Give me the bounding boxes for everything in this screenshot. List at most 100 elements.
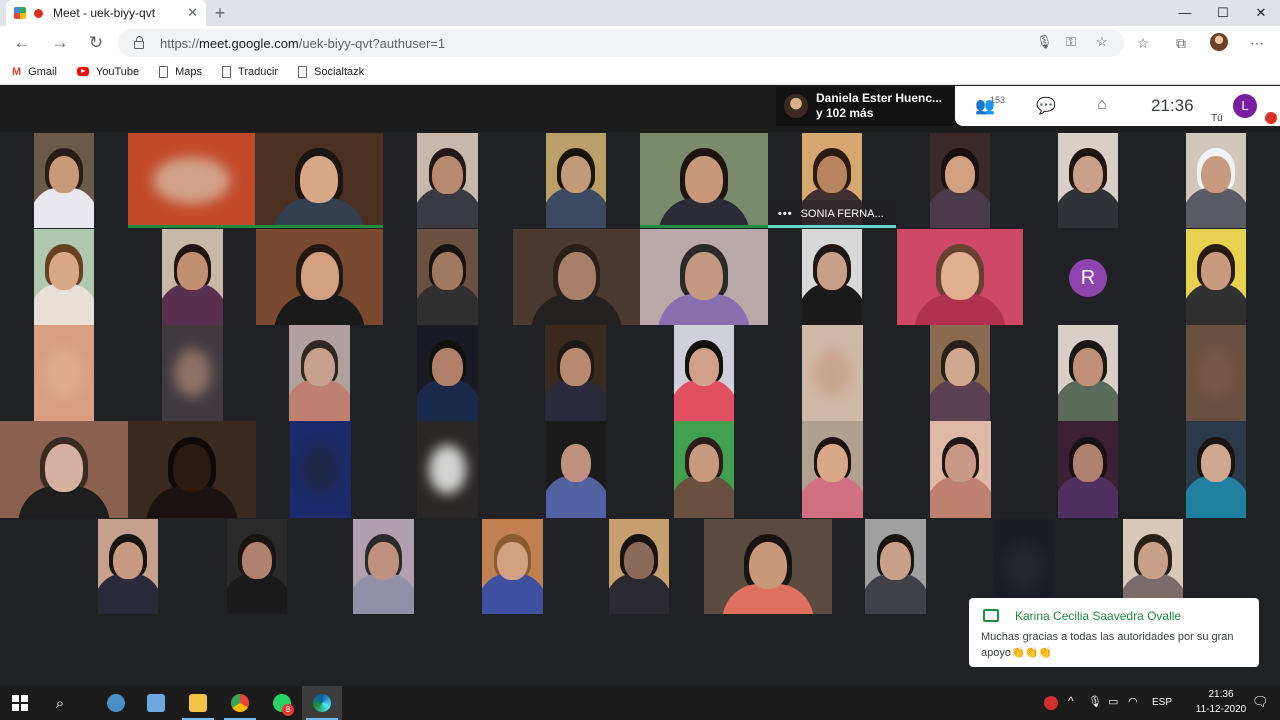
participant-video-tile[interactable] [34,133,94,228]
participant-video-tile[interactable] [545,325,606,421]
participant-video-tile[interactable] [417,325,478,421]
close-window-button[interactable]: ✕ [1242,0,1280,26]
participant-video-tile[interactable] [128,421,256,518]
participant-video-tile[interactable] [930,421,991,518]
participant-video-tile[interactable] [704,519,832,614]
antivirus-icon[interactable] [1044,696,1058,710]
participant-video-tile[interactable] [674,421,734,518]
participant-video-tile[interactable] [417,421,478,518]
participant-video-tile[interactable] [897,229,1023,325]
notification-center-icon[interactable]: 🗨 [1252,694,1269,710]
participant-video-tile[interactable] [802,421,863,518]
blurred-video [153,156,230,205]
wifi-icon[interactable]: ◠ [1128,695,1138,708]
start-button[interactable] [0,686,40,720]
back-icon[interactable]: ← [10,31,34,55]
participant-video-tile[interactable] [1186,133,1246,228]
key-icon[interactable]: ⚿ [1066,34,1076,50]
collections-icon[interactable]: ⧉ [1170,32,1192,54]
participant-video-tile[interactable] [802,325,863,421]
profile-avatar[interactable] [1210,33,1228,51]
participant-face [817,444,848,483]
participant-video-tile[interactable] [34,325,94,421]
participant-video-tile[interactable] [1186,229,1246,325]
participant-video-tile[interactable] [34,229,94,325]
close-tab-icon[interactable]: ✕ [187,5,198,21]
participant-video-tile[interactable] [482,519,543,614]
power-icon[interactable]: ▭ [1108,695,1118,708]
participant-video-tile[interactable] [609,519,669,614]
tab-meet[interactable]: Meet - uek-biyy-qvt ✕ [6,0,206,26]
chat-notification[interactable]: Karina Cecilia Saavedra Ovalle Muchas gr… [969,598,1259,667]
participant-video-tile[interactable] [162,229,223,325]
bookmark-traducir[interactable]: Traducir [222,65,278,78]
more-options-icon[interactable]: ••• [778,208,793,220]
participant-video-tile[interactable] [256,229,383,325]
edge-button[interactable] [302,686,342,720]
presenting-indicator[interactable]: Daniela Ester Huenc... y 102 más [776,86,954,126]
bookmark-socialtazk[interactable]: Socialtazk [297,65,364,78]
gmail-icon: M [12,65,22,78]
participant-body [546,187,606,228]
microphone-tray-icon[interactable]: 🎙 [1088,695,1102,708]
self-avatar[interactable]: L [1233,94,1257,118]
star-icon[interactable]: ☆ [1096,34,1108,50]
participant-video-tile[interactable] [1058,325,1118,421]
minimize-button[interactable]: — [1166,0,1204,26]
participant-video-tile[interactable] [98,519,158,614]
bookmark-maps[interactable]: Maps [159,65,202,78]
participant-video-tile[interactable] [1058,133,1118,228]
participant-face [1073,444,1103,482]
participant-video-tile[interactable] [417,229,478,325]
participant-face [561,444,591,482]
search-icon[interactable]: ⌕ [40,686,80,720]
more-menu-icon[interactable]: ⋯ [1246,32,1268,54]
file-explorer-button[interactable] [178,686,218,720]
whatsapp-button[interactable] [262,686,302,720]
chrome-button[interactable] [220,686,260,720]
participant-video-tile[interactable] [227,519,287,614]
participant-video-tile[interactable] [546,421,606,518]
participant-video-tile[interactable] [417,133,478,228]
participant-video-tile[interactable] [128,133,255,228]
app-icon-1[interactable] [96,686,136,720]
address-bar[interactable]: https://meet.google.com/uek-biyy-qvt?aut… [118,29,1124,57]
app-swirl-icon [107,694,125,712]
participant-video-tile[interactable] [640,229,768,325]
language-indicator[interactable]: ESP [1152,697,1172,708]
participant-video-tile[interactable] [640,133,768,228]
blurred-video [302,445,339,494]
chevron-up-icon[interactable]: ^ [1068,694,1074,708]
participant-video-tile[interactable] [162,325,223,421]
participant-video-tile[interactable] [1186,421,1246,518]
participant-video-tile[interactable] [865,519,926,614]
participant-video-tile[interactable] [802,229,862,325]
participant-video-tile[interactable] [930,325,990,421]
chat-icon[interactable]: 💬 [1036,96,1056,116]
participant-video-tile[interactable] [1186,325,1246,421]
microphone-icon[interactable]: 🎙 [1036,34,1053,50]
participant-video-tile[interactable] [546,133,606,228]
maximize-button[interactable]: ☐ [1204,0,1242,26]
activities-icon[interactable]: ⌂ [1097,96,1107,114]
participant-video-tile[interactable] [513,229,640,325]
forward-icon[interactable]: → [48,31,72,55]
people-count: 153 [990,95,1006,105]
tray-date[interactable]: 11-12-2020 [1195,704,1247,715]
bookmark-gmail[interactable]: M Gmail [12,66,57,78]
participant-video-tile[interactable] [289,325,350,421]
participant-video-tile[interactable] [930,133,990,228]
favorites-icon[interactable]: ☆ [1132,32,1154,54]
tray-time[interactable]: 21:36 [1195,689,1247,700]
reload-icon[interactable]: ↻ [84,31,108,55]
participant-video-tile[interactable] [290,421,351,518]
recording-dot-icon [34,8,43,18]
participant-video-tile[interactable] [255,133,383,228]
bookmark-youtube[interactable]: YouTube [76,66,139,78]
participant-video-tile[interactable] [674,325,734,421]
new-tab-button[interactable]: + [210,2,230,24]
participant-video-tile[interactable] [353,519,414,614]
participant-video-tile[interactable] [1058,421,1118,518]
participant-video-tile[interactable] [0,421,128,518]
app-icon-2[interactable] [136,686,176,720]
